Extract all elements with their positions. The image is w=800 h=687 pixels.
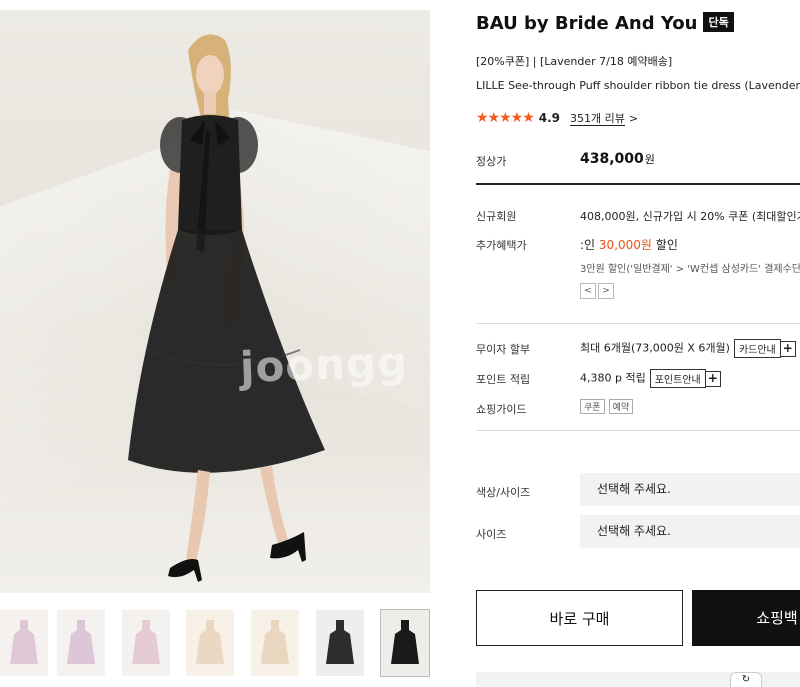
star-icon: ★★★★★	[476, 110, 535, 126]
size-select[interactable]: 선택해 주세요.	[580, 515, 800, 548]
thumbnail[interactable]	[251, 610, 299, 676]
divider	[476, 323, 800, 324]
product-name: LILLE See-through Puff shoulder ribbon t…	[476, 79, 800, 92]
product-main-image: joongg	[0, 10, 430, 593]
points-label: 포인트 적립	[476, 373, 531, 386]
refresh-icon[interactable]: ↻	[730, 672, 762, 687]
shopping-guide-label: 쇼핑가이드	[476, 403, 527, 416]
thumbnail-strip	[0, 609, 440, 677]
model-figure	[128, 34, 325, 582]
list-price-label: 정상가	[476, 155, 507, 168]
card-info-button[interactable]: 카드안내	[733, 339, 781, 358]
card-info-plus-icon[interactable]: +	[779, 340, 796, 357]
prev-arrow-icon[interactable]: <	[580, 283, 596, 299]
thumbnail[interactable]	[57, 610, 105, 676]
list-price-value: 438,000	[580, 151, 644, 167]
buy-now-button[interactable]: 바로 구매	[476, 590, 683, 646]
benefit-prefix: :인	[580, 238, 596, 252]
chevron-right-icon[interactable]: >	[629, 112, 638, 125]
thumbnail[interactable]	[0, 610, 48, 676]
color-size-select[interactable]: 선택해 주세요.	[580, 473, 800, 506]
thumbnail[interactable]	[186, 610, 234, 676]
points-info-button[interactable]: 포인트안내	[649, 369, 706, 388]
brand-label: BAU by Bride And You	[476, 13, 698, 34]
benefit-amount: 30,000원	[598, 238, 652, 252]
size-label: 사이즈	[476, 528, 507, 541]
promo-text: [20%쿠폰] | [Lavender 7/18 예약배송]	[476, 55, 673, 68]
rating-score: 4.9	[538, 111, 561, 125]
installment-row: 최대 6개월(73,000원 X 6개월) 카드안내 +	[580, 339, 796, 358]
benefit-pager: < >	[580, 283, 616, 299]
list-price: 438,000원	[580, 151, 655, 167]
member-price-label: 신규회원	[476, 210, 517, 223]
coupon-tag[interactable]: 쿠폰	[580, 399, 605, 414]
review-link[interactable]: 351개 리뷰	[570, 112, 625, 126]
points-row: 4,380 p 적립 포인트안내 +	[580, 369, 721, 388]
points-text: 4,380 p 적립	[580, 371, 646, 385]
watermark-text: joongg	[239, 337, 409, 392]
thumbnail[interactable]	[380, 609, 430, 677]
benefit-price-label: 추가혜택가	[476, 239, 527, 252]
installment-label: 무이자 할부	[476, 343, 531, 356]
benefit-note: 3만원 할인('일반결제' > 'W컨셉 삼성카드' 결제수단 선	[580, 264, 800, 275]
brand-name[interactable]: BAU by Bride And You 단독	[476, 12, 734, 34]
thumbnail[interactable]	[122, 610, 170, 676]
won-unit: 원	[644, 153, 655, 166]
thumbnail[interactable]	[316, 610, 364, 676]
next-arrow-icon[interactable]: >	[598, 283, 614, 299]
reservation-tag[interactable]: 예약	[608, 399, 634, 414]
points-info-plus-icon[interactable]: +	[704, 370, 721, 387]
divider	[476, 430, 800, 431]
exclusive-badge: 단독	[703, 12, 734, 32]
rating-row: ★★★★★ 4.9 351개 리뷰 >	[476, 110, 638, 126]
shopping-bag-button[interactable]: 쇼핑백	[692, 590, 800, 646]
member-price-text: 408,000원, 신규가입 시 20% 쿠폰 (최대할인가)	[580, 210, 800, 223]
shopping-guide-tags: 쿠폰 예약	[580, 399, 637, 414]
benefit-price-text: :인 30,000원 할인	[580, 236, 678, 253]
benefit-suffix: 할인	[655, 238, 678, 252]
installment-text: 최대 6개월(73,000원 X 6개월)	[580, 341, 730, 355]
color-size-label: 색상/사이즈	[476, 486, 531, 499]
divider	[476, 183, 800, 185]
